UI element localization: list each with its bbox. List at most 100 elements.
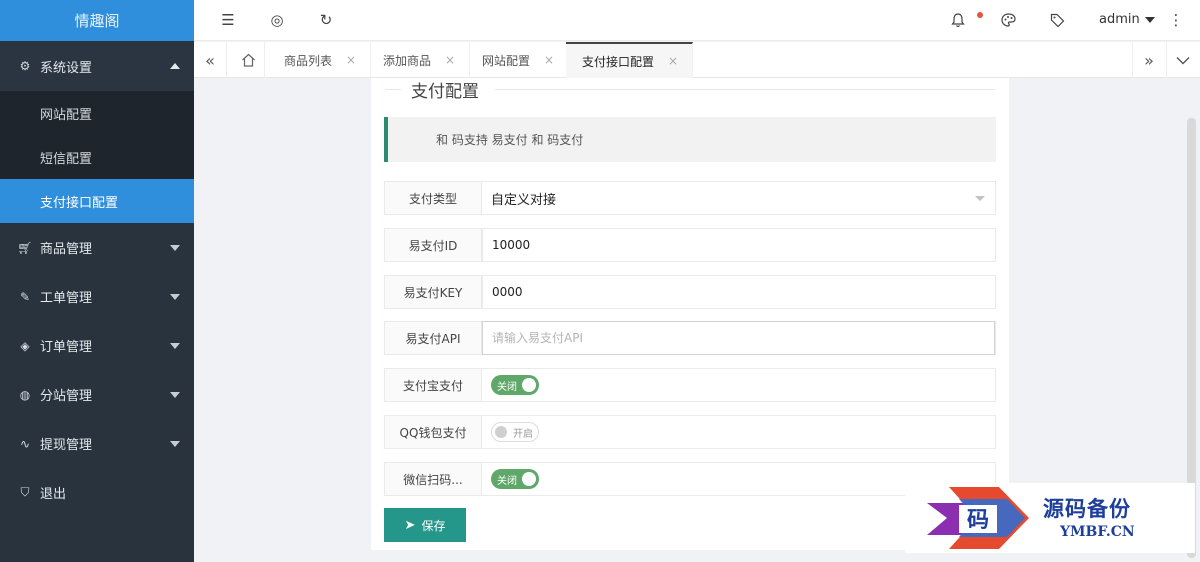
- sidebar-item-tickets[interactable]: ✎ 工单管理: [0, 272, 194, 321]
- form-row-epay-id: 易支付ID: [384, 228, 996, 262]
- field-label: 微信扫码...: [385, 463, 482, 495]
- notification-dot: [977, 12, 983, 18]
- sidebar-item-label: 系统设置: [40, 60, 93, 76]
- shield-icon: ⛉: [20, 485, 30, 499]
- cart-icon: 🛒︎: [17, 240, 33, 255]
- toggle-text: 开启: [513, 428, 533, 440]
- sidebar-item-label: 退出: [40, 487, 67, 502]
- sidebar-item-label: 工单管理: [40, 291, 93, 306]
- form-row-epay-key: 易支付KEY: [384, 275, 996, 309]
- tab-label: 商品列表: [284, 53, 333, 68]
- caret-down-icon: [1144, 16, 1155, 23]
- watermark-text-cn: 源码备份: [1043, 496, 1131, 521]
- watermark-logo: 码: [927, 487, 1029, 549]
- form-row-epay-api: 易支付API: [384, 321, 996, 355]
- toggle-knob: [495, 426, 507, 438]
- tag-icon[interactable]: [1048, 11, 1066, 29]
- close-icon[interactable]: ×: [668, 54, 678, 68]
- epay-key-input[interactable]: [482, 276, 995, 308]
- chevron-down-icon: [170, 342, 180, 349]
- pulse-icon: ∿: [19, 436, 31, 451]
- tab-product-list[interactable]: 商品列表 ×: [268, 42, 372, 78]
- ticket-icon: ✎: [19, 289, 31, 304]
- palette-icon[interactable]: [999, 11, 1017, 29]
- more-vertical-icon[interactable]: ⋮: [1167, 11, 1185, 29]
- toggle-knob: [522, 378, 536, 392]
- sidebar-item-withdrawals[interactable]: ∿ 提现管理: [0, 419, 194, 468]
- sidebar-item-system-settings[interactable]: ⚙ 系统设置: [0, 41, 194, 91]
- tab-label: 添加商品: [383, 53, 432, 68]
- epay-api-input[interactable]: [482, 321, 995, 355]
- tabs-menu-chevron-icon[interactable]: [1166, 42, 1199, 78]
- tab-label: 支付接口配置: [582, 54, 655, 69]
- bell-icon[interactable]: [949, 11, 967, 29]
- section-legend: 支付配置: [385, 78, 491, 102]
- toggle-knob: [522, 472, 536, 486]
- sidebar-item-orders[interactable]: ◈ 订单管理: [0, 321, 194, 370]
- alipay-toggle[interactable]: 关闭: [491, 375, 539, 395]
- sidebar-item-label: 商品管理: [40, 242, 93, 257]
- tabs-scroll-right-icon[interactable]: »: [1132, 42, 1165, 78]
- field-label: 易支付API: [385, 322, 482, 354]
- home-icon[interactable]: [232, 42, 265, 78]
- tab-site-config[interactable]: 网站配置 ×: [466, 42, 570, 78]
- tab-bar: « 商品列表 × 添加商品 × 网站配置 × 支付接口配置 × »: [194, 42, 1200, 78]
- globe-icon[interactable]: ◎: [268, 11, 286, 29]
- app-logo[interactable]: 情趣阁: [0, 0, 194, 41]
- save-button-label: 保存: [421, 518, 446, 533]
- sidebar-subitem-site-config[interactable]: 网站配置: [0, 91, 194, 135]
- sidebar-item-logout[interactable]: ⛉ 退出: [0, 468, 194, 517]
- sidebar-item-label: 分站管理: [40, 389, 93, 404]
- field-label: QQ钱包支付: [385, 416, 482, 448]
- sidebar: 情趣阁 ⚙ 系统设置 网站配置 短信配置 支付接口配置 🛒︎ 商品管理 ✎ 工单…: [0, 0, 194, 562]
- tab-label: 网站配置: [482, 53, 531, 68]
- sidebar-subitem-payment-config[interactable]: 支付接口配置: [0, 179, 194, 223]
- user-name: admin: [1099, 12, 1140, 27]
- paper-plane-icon: ➤: [404, 517, 416, 533]
- watermark-text-en: YMBF.CN: [1060, 524, 1135, 540]
- toggle-text: 关闭: [497, 381, 517, 393]
- chevron-up-icon: [170, 63, 180, 69]
- chevron-down-icon: [170, 391, 180, 398]
- sidebar-submenu: 网站配置 短信配置 支付接口配置: [0, 91, 194, 223]
- field-label: 易支付ID: [385, 229, 482, 261]
- user-menu[interactable]: admin: [1099, 12, 1155, 27]
- sidebar-item-products[interactable]: 🛒︎ 商品管理: [0, 223, 194, 272]
- sidebar-item-label: 提现管理: [40, 438, 93, 453]
- sidebar-item-label: 订单管理: [40, 340, 93, 355]
- tab-payment-config[interactable]: 支付接口配置 ×: [566, 42, 694, 78]
- pay-type-select[interactable]: 自定义对接: [491, 182, 556, 214]
- close-icon[interactable]: ×: [445, 53, 455, 67]
- qqpay-toggle[interactable]: 开启: [491, 422, 539, 442]
- tabs-scroll-left-icon[interactable]: «: [194, 42, 227, 78]
- close-icon[interactable]: ×: [544, 53, 554, 67]
- tab-add-product[interactable]: 添加商品 ×: [367, 42, 471, 78]
- chevron-down-icon: [170, 244, 180, 251]
- watermark-glyph: 码: [967, 507, 989, 533]
- field-label: 支付宝支付: [385, 369, 482, 401]
- sidebar-item-substations[interactable]: ◍ 分站管理: [0, 370, 194, 419]
- close-icon[interactable]: ×: [346, 53, 356, 67]
- field-label: 易支付KEY: [385, 276, 482, 308]
- layers-icon: ◈: [20, 338, 30, 353]
- chevron-down-icon: [170, 293, 180, 300]
- field-label: 支付类型: [385, 182, 482, 214]
- notice-box: 和 码支持 易支付 和 码支付: [384, 117, 996, 162]
- form-row-alipay: 支付宝支付 关闭: [384, 368, 996, 402]
- legend-divider: [495, 89, 995, 90]
- top-header: ☰ ◎ ↻ admin ⋮: [194, 0, 1200, 41]
- form-row-pay-type: 支付类型 自定义对接: [384, 181, 996, 215]
- refresh-icon[interactable]: ↻: [317, 11, 335, 29]
- watermark: 码 源码备份 YMBF.CN: [905, 483, 1195, 553]
- epay-id-input[interactable]: [482, 229, 995, 261]
- save-button[interactable]: ➤ 保存: [384, 508, 466, 542]
- sidebar-subitem-sms-config[interactable]: 短信配置: [0, 135, 194, 179]
- select-caret-icon[interactable]: [975, 196, 985, 201]
- chevron-down-icon: [170, 440, 180, 447]
- wxpay-toggle[interactable]: 关闭: [491, 469, 539, 489]
- form-row-qqpay: QQ钱包支付 开启: [384, 415, 996, 449]
- menu-fold-icon[interactable]: ☰: [219, 11, 237, 29]
- legend-divider: [385, 89, 401, 90]
- gear-icon: ⚙: [19, 59, 31, 73]
- globe-icon: ◍: [19, 387, 31, 402]
